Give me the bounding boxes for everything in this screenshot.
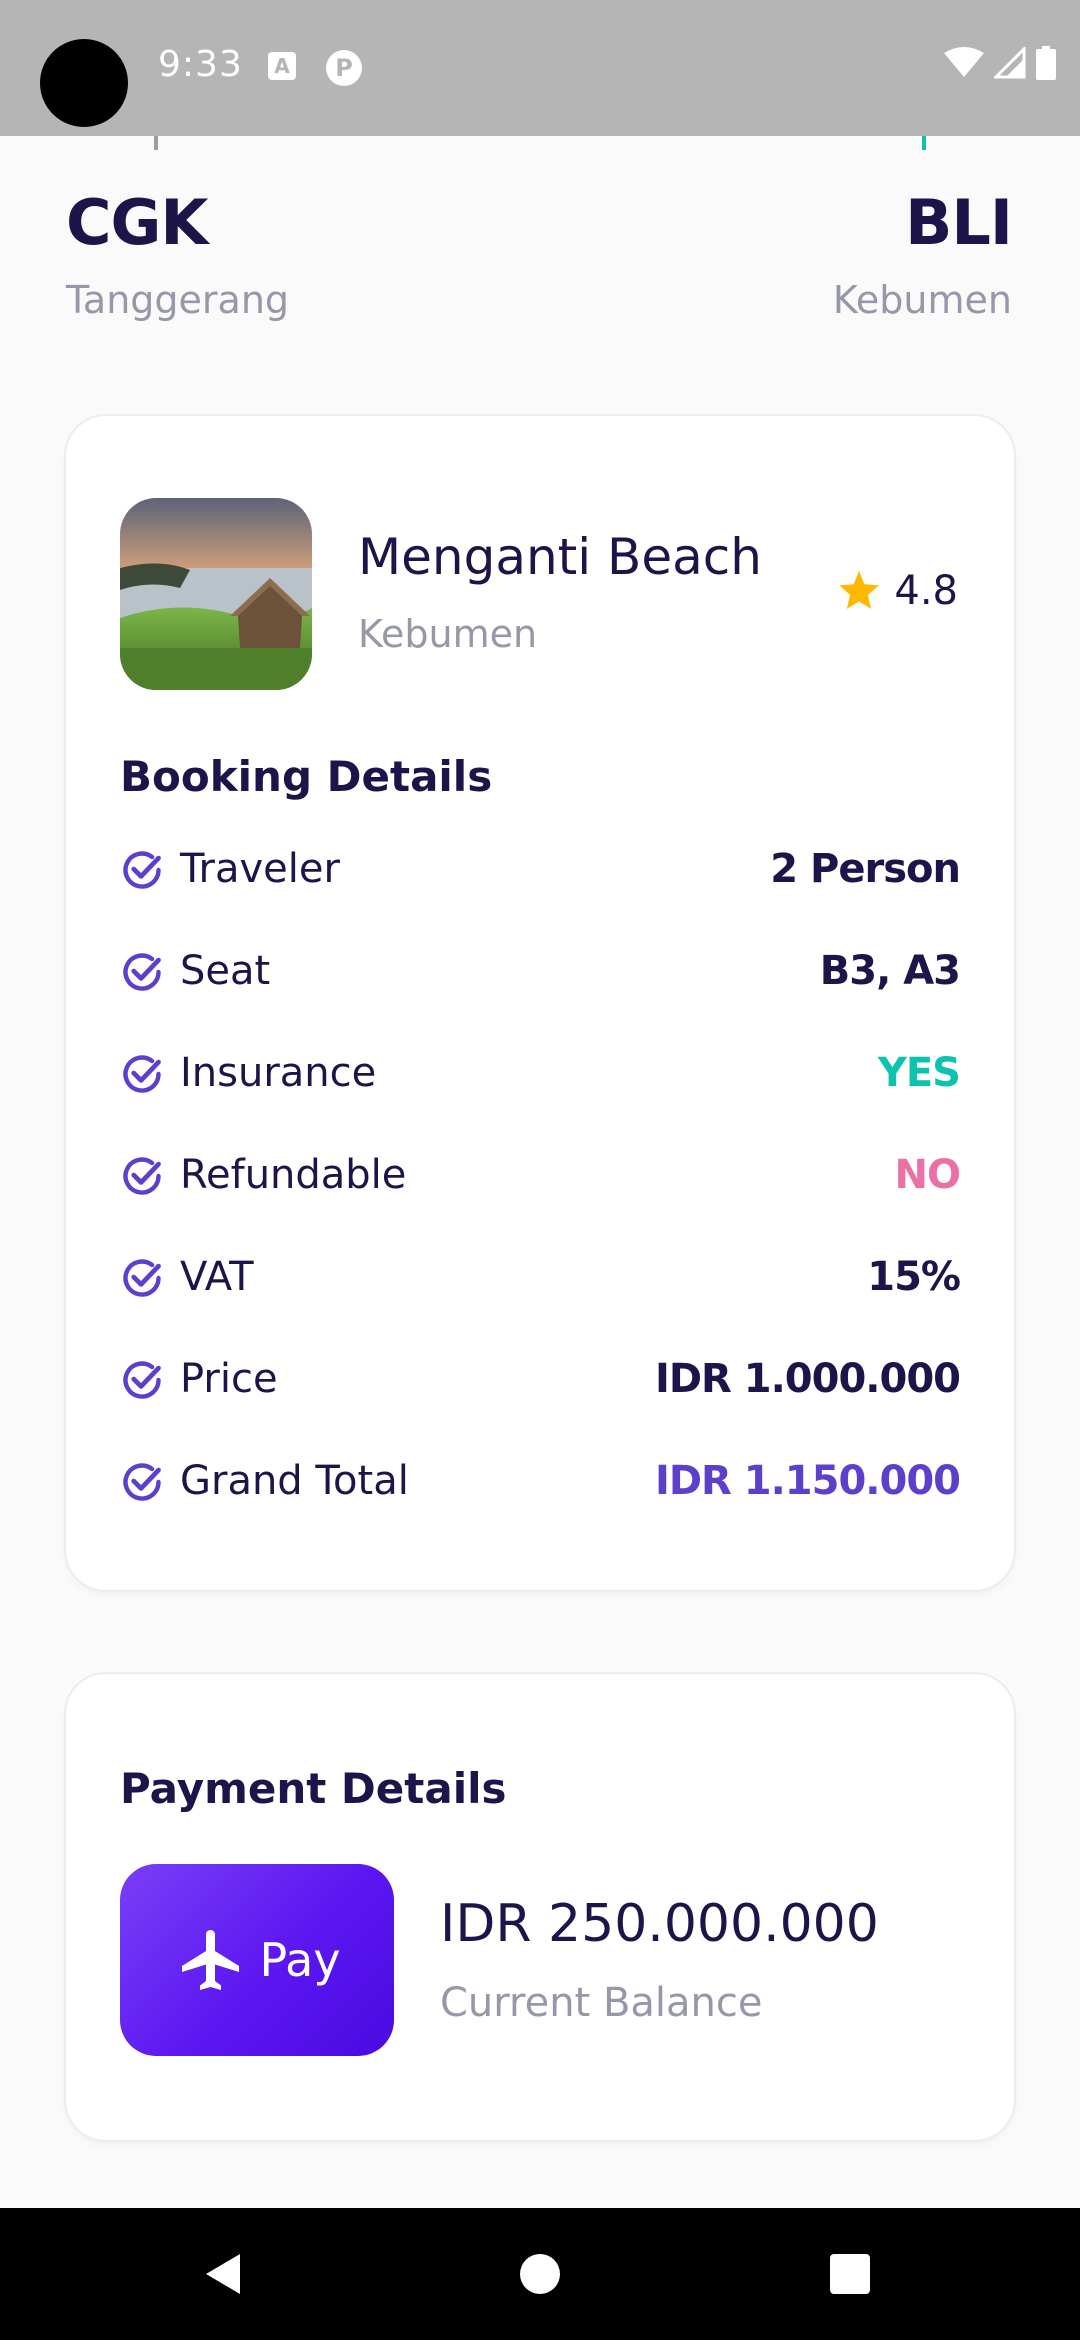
check-circle-icon <box>123 953 161 991</box>
booking-detail-label: VAT <box>180 1254 254 1300</box>
pay-button[interactable]: Pay <box>120 1864 394 2056</box>
check-circle-icon <box>123 1463 161 1501</box>
back-icon[interactable] <box>198 2248 250 2300</box>
check-circle-icon <box>123 1157 161 1195</box>
arrival-code: BLI <box>905 186 1013 259</box>
departure-city: Tanggerang <box>66 278 290 322</box>
booking-detail-row: Insurance YES <box>120 1044 961 1104</box>
booking-detail-label: Insurance <box>180 1050 377 1096</box>
check-circle-icon <box>123 1259 161 1297</box>
payment-card: Payment Details Pay IDR 250.000.000 Curr… <box>66 1674 1014 2140</box>
booking-detail-label: Price <box>180 1356 278 1402</box>
arrival-city: Kebumen <box>832 278 1012 322</box>
signal-icon <box>994 47 1026 79</box>
check-circle-icon <box>123 1055 161 1093</box>
rating-value: 4.8 <box>894 568 958 614</box>
notification-a-icon: A <box>268 52 296 80</box>
status-time: 9:33 <box>158 44 243 85</box>
destination-name: Menganti Beach <box>358 528 762 586</box>
booking-card: Menganti Beach Kebumen 4.8 Booking Detai… <box>66 416 1014 1590</box>
wifi-icon <box>944 47 984 77</box>
route-line-right-end <box>922 136 926 150</box>
check-circle-icon <box>123 851 161 889</box>
destination-image <box>120 498 312 690</box>
booking-detail-row: Traveler 2 Person <box>120 840 961 900</box>
booking-detail-value: B3, A3 <box>819 948 961 994</box>
booking-detail-row: Price IDR 1.000.000 <box>120 1350 961 1410</box>
departure-code: CGK <box>66 186 208 259</box>
booking-detail-value: IDR 1.150.000 <box>654 1458 961 1504</box>
booking-detail-value: IDR 1.000.000 <box>654 1356 961 1402</box>
pay-button-label: Pay <box>259 1933 341 1987</box>
recents-icon[interactable] <box>824 2248 876 2300</box>
notification-p-icon: P <box>326 50 362 86</box>
plane-icon <box>182 1930 240 1990</box>
booking-detail-label: Traveler <box>180 846 340 892</box>
check-circle-icon <box>123 1361 161 1399</box>
booking-detail-label: Refundable <box>180 1152 407 1198</box>
destination-rating: 4.8 <box>838 568 958 614</box>
booking-detail-value: NO <box>894 1152 961 1198</box>
status-indicators <box>944 46 1056 80</box>
booking-detail-row: Seat B3, A3 <box>120 942 961 1002</box>
booking-detail-row: VAT 15% <box>120 1248 961 1308</box>
destination-city: Kebumen <box>358 612 538 656</box>
booking-detail-label: Seat <box>180 948 271 994</box>
booking-detail-value: 15% <box>867 1254 961 1300</box>
booking-details-title: Booking Details <box>120 752 493 801</box>
navigation-bar <box>0 2208 1080 2340</box>
booking-detail-value: 2 Person <box>770 846 961 892</box>
booking-detail-label: Grand Total <box>180 1458 409 1504</box>
balance-label: Current Balance <box>440 1980 763 2026</box>
balance-amount: IDR 250.000.000 <box>440 1894 879 1954</box>
battery-icon <box>1036 46 1056 80</box>
route-line-left-end <box>154 136 158 150</box>
camera-cutout <box>40 39 128 127</box>
booking-detail-row: Grand Total IDR 1.150.000 <box>120 1452 961 1512</box>
star-icon <box>839 571 880 609</box>
status-bar: 9:33 A P <box>0 0 1080 136</box>
booking-detail-row: Refundable NO <box>120 1146 961 1206</box>
payment-details-title: Payment Details <box>120 1764 507 1813</box>
booking-detail-value: YES <box>877 1050 961 1096</box>
home-icon[interactable] <box>514 2248 566 2300</box>
